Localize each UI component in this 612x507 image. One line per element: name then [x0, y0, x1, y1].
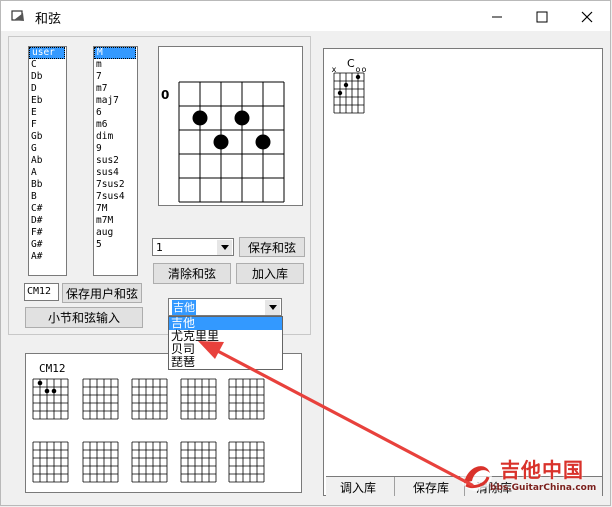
root-note-item[interactable]: Bb — [29, 179, 66, 191]
preview-chord-grid — [131, 441, 168, 483]
app-icon — [11, 9, 25, 23]
chord-dot — [192, 110, 208, 126]
measure-chord-input-button[interactable]: 小节和弦输入 — [25, 307, 143, 328]
window-title: 和弦 — [35, 12, 62, 27]
chord-type-item[interactable]: m7 — [94, 83, 137, 95]
root-note-item[interactable]: E — [29, 107, 66, 119]
save-chord-button[interactable]: 保存和弦 — [239, 237, 305, 257]
chord-type-item[interactable]: m — [94, 59, 137, 71]
root-note-item[interactable]: Eb — [29, 95, 66, 107]
root-note-list[interactable]: user C Db D Eb E F Gb G Ab A Bb B C# D# F# G# A# — [28, 46, 67, 276]
chord-dot — [255, 134, 271, 150]
root-note-item[interactable]: F# — [29, 227, 66, 239]
chord-type-list[interactable]: Mm 7 m7 maj7 6 m6 dim 9 sus2 sus4 7sus2 7sus4 7M m7M a… — [93, 46, 138, 276]
chevron-down-icon[interactable] — [265, 300, 280, 315]
root-note-item[interactable]: B — [29, 191, 66, 203]
root-note-item[interactable]: D# — [29, 215, 66, 227]
instrument-value: 吉他 — [172, 300, 196, 315]
chord-type-item[interactable]: 7sus4 — [94, 191, 137, 203]
chord-dot — [234, 110, 250, 126]
root-note-item[interactable]: A — [29, 167, 66, 179]
chevron-down-icon[interactable] — [217, 240, 232, 255]
chord-type-item[interactable]: 9 — [94, 143, 137, 155]
count-select[interactable]: 1 — [152, 238, 234, 256]
root-note-item[interactable]: C — [29, 59, 66, 71]
chord-editor-panel[interactable]: 0 — [158, 46, 303, 206]
root-note-item[interactable]: Gb — [29, 131, 66, 143]
chord-type-item[interactable]: sus4 — [94, 167, 137, 179]
chord-type-item[interactable]: maj7 — [94, 95, 137, 107]
watermark-name: 吉他中国 — [500, 458, 584, 482]
preview-chord-grid — [131, 378, 168, 420]
chord-type-item[interactable]: M — [94, 47, 136, 59]
save-user-chord-button[interactable]: 保存用户和弦 — [62, 283, 142, 303]
chord-type-item[interactable]: 7sus2 — [94, 179, 137, 191]
preview-chord-grid — [32, 441, 69, 483]
preview-chord-grid — [32, 378, 69, 420]
open-string-mark: o — [362, 65, 367, 74]
chord-type-item[interactable]: 6 — [94, 107, 137, 119]
root-note-item[interactable]: C# — [29, 203, 66, 215]
chord-type-item[interactable]: 5 — [94, 239, 137, 251]
clear-chord-button[interactable]: 清除和弦 — [153, 263, 231, 284]
minimize-button[interactable] — [474, 2, 520, 32]
chord-type-item[interactable]: m7M — [94, 215, 137, 227]
preview-chord-grid — [82, 441, 119, 483]
preview-chord-dot — [37, 380, 43, 386]
chord-type-item[interactable]: 7M — [94, 203, 137, 215]
count-value: 1 — [156, 241, 163, 254]
preview-chord-dot — [51, 388, 57, 394]
root-note-item[interactable]: F — [29, 119, 66, 131]
chord-type-item[interactable]: sus2 — [94, 155, 137, 167]
library-chord-dot — [343, 82, 349, 88]
library-chord-dot — [355, 74, 361, 80]
library-chord-name: C — [347, 57, 355, 70]
watermark-url: bbs.GuitarChina.com — [490, 483, 597, 493]
chord-dot — [213, 134, 229, 150]
add-to-library-button[interactable]: 加入库 — [236, 263, 304, 284]
root-note-item[interactable]: user — [29, 47, 65, 59]
root-note-item[interactable]: G — [29, 143, 66, 155]
root-note-item[interactable]: Db — [29, 71, 66, 83]
annotation-arrow — [198, 341, 474, 487]
root-note-item[interactable]: D — [29, 83, 66, 95]
title-bar[interactable]: 和弦 — [1, 1, 610, 31]
maximize-button[interactable] — [519, 2, 565, 32]
root-note-item[interactable]: G# — [29, 239, 66, 251]
chord-type-item[interactable]: m6 — [94, 119, 137, 131]
root-note-item[interactable]: A# — [29, 251, 66, 263]
fretboard-editor[interactable]: 0 — [159, 47, 302, 205]
instrument-select[interactable]: 吉他 — [168, 298, 282, 316]
fret-number-label: 0 — [161, 88, 169, 102]
open-string-mark: o — [356, 65, 361, 74]
chord-type-item[interactable]: dim — [94, 131, 137, 143]
library-chord-dot — [337, 90, 343, 96]
open-string-mark: x — [332, 65, 337, 74]
user-chord-name-field[interactable]: CM12 — [24, 283, 59, 301]
close-button[interactable] — [564, 2, 610, 32]
chord-type-item[interactable]: 7 — [94, 71, 137, 83]
preview-chord-grid — [82, 378, 119, 420]
root-note-item[interactable]: Ab — [29, 155, 66, 167]
preview-chord-dot — [44, 388, 50, 394]
chord-type-item[interactable]: aug — [94, 227, 137, 239]
